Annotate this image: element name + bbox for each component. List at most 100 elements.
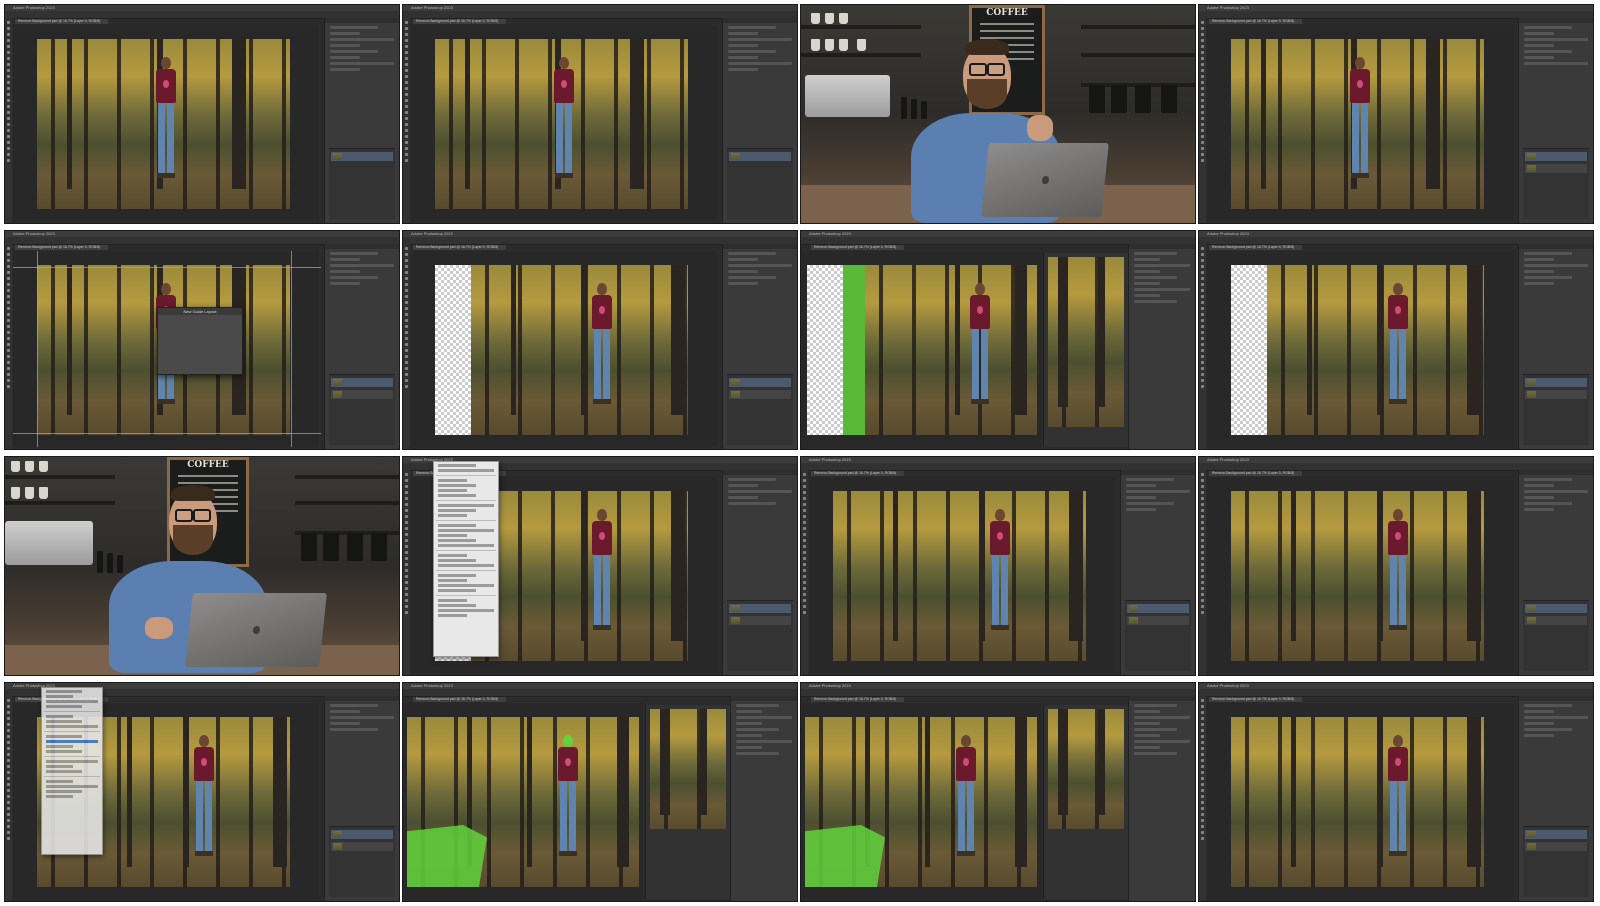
layer-row[interactable] <box>729 604 791 613</box>
edit-menu[interactable] <box>433 461 499 657</box>
thumbnail-5[interactable]: Adobe Photoshop 2023 Remove-Background.p… <box>4 230 400 450</box>
menu-item[interactable] <box>438 479 467 482</box>
document-tab[interactable]: Remove-Background.psd @ 16.7% (Layer 0, … <box>1209 245 1302 250</box>
guide-line[interactable] <box>291 251 292 447</box>
layer-row[interactable] <box>1525 390 1587 399</box>
menu-item[interactable] <box>438 574 477 577</box>
menu-item[interactable] <box>46 790 82 793</box>
document-tab[interactable]: Remove-Background.psd @ 16.7% (Layer 0, … <box>811 697 904 702</box>
thumbnail-11[interactable]: Adobe Photoshop 2023 Remove-Background.p… <box>800 456 1196 676</box>
menu-item[interactable] <box>46 795 73 798</box>
layer-row[interactable] <box>729 152 791 161</box>
layer-row[interactable] <box>1525 842 1587 851</box>
menu-item[interactable] <box>438 614 467 617</box>
menu-item[interactable] <box>438 604 477 607</box>
menu-item[interactable] <box>438 504 494 507</box>
menu-item[interactable] <box>46 690 82 693</box>
forest-photo <box>471 491 688 661</box>
select-menu[interactable] <box>41 687 103 855</box>
menu-item[interactable] <box>46 695 73 698</box>
menu-item[interactable] <box>438 524 477 527</box>
document-tab[interactable]: Remove-Background.psd @ 16.7% (Layer 0, … <box>15 19 108 24</box>
document-tab[interactable]: Remove-Background.psd @ 16.7% (Layer 0, … <box>413 245 506 250</box>
guide-line[interactable] <box>13 267 321 268</box>
menu-item[interactable] <box>46 735 82 738</box>
menu-item[interactable] <box>46 760 98 763</box>
document-tab[interactable]: Remove-Background.psd @ 16.7% (Layer 0, … <box>811 245 904 250</box>
layer-row[interactable] <box>1525 604 1587 613</box>
layer-row[interactable] <box>1127 616 1189 625</box>
layer-row[interactable] <box>331 152 393 161</box>
thumbnail-7[interactable]: Adobe Photoshop 2023 Remove-Background.p… <box>800 230 1196 450</box>
layer-row[interactable] <box>1525 164 1587 173</box>
menu-item[interactable] <box>46 765 73 768</box>
menu-item[interactable] <box>438 494 477 497</box>
layer-row[interactable] <box>1525 152 1587 161</box>
document-tab[interactable]: Remove-Background.psd @ 16.7% (Layer 0, … <box>1209 697 1302 702</box>
menu-item[interactable] <box>46 720 82 723</box>
menu-item[interactable] <box>46 700 98 703</box>
menu-item[interactable] <box>46 715 73 718</box>
menu-item[interactable] <box>46 725 98 728</box>
thumbnail-8[interactable]: Adobe Photoshop 2023 Remove-Background.p… <box>1198 230 1594 450</box>
document-tab[interactable]: Remove-Background.psd @ 16.7% (Layer 0, … <box>1209 471 1302 476</box>
thumbnail-4[interactable]: Adobe Photoshop 2023 Remove-Background.p… <box>1198 4 1594 224</box>
menu-item[interactable] <box>438 469 494 472</box>
menu-item[interactable] <box>46 785 98 788</box>
thumbnail-16[interactable]: Adobe Photoshop 2023 Remove-Background.p… <box>1198 682 1594 902</box>
thumbnail-12[interactable]: Adobe Photoshop 2023 Remove-Background.p… <box>1198 456 1594 676</box>
document-tab[interactable]: Remove-Background.psd @ 16.7% (Layer 0, … <box>413 697 506 702</box>
thumbnail-presenter-1[interactable]: COFFEE <box>800 4 1196 224</box>
menu-item[interactable] <box>438 544 494 547</box>
thumbnail-presenter-2[interactable]: COFFEE <box>4 456 400 676</box>
thumbnail-13[interactable]: Adobe Photoshop 2023 Remove-Background.p… <box>4 682 400 902</box>
menu-item[interactable] <box>438 484 477 487</box>
document-tab[interactable]: Remove-Background.psd @ 16.7% (Layer 0, … <box>15 245 108 250</box>
layer-row[interactable] <box>1525 616 1587 625</box>
menu-item[interactable] <box>438 489 467 492</box>
menu-item-highlighted[interactable] <box>46 740 98 743</box>
menu-item[interactable] <box>438 589 477 592</box>
document-tab[interactable]: Remove-Background.psd @ 16.7% (Layer 0, … <box>811 471 904 476</box>
thumbnail-10[interactable]: Adobe Photoshop 2023 Remove-Background.p… <box>402 456 798 676</box>
menu-item[interactable] <box>46 750 82 753</box>
menu-item[interactable] <box>438 534 467 537</box>
menu-item[interactable] <box>46 770 82 773</box>
layer-row[interactable] <box>1127 604 1189 613</box>
layer-row[interactable] <box>331 390 393 399</box>
menu-item[interactable] <box>46 705 82 708</box>
menu-item[interactable] <box>438 529 494 532</box>
menu-item[interactable] <box>438 554 467 557</box>
menu-item[interactable] <box>438 599 467 602</box>
guide-line[interactable] <box>37 251 38 447</box>
menu-item[interactable] <box>438 609 494 612</box>
thumbnail-1[interactable]: Adobe Photoshop 2023 Remove-Background.p… <box>4 4 400 224</box>
menu-item[interactable] <box>438 564 494 567</box>
thumbnail-15[interactable]: Adobe Photoshop 2023 Remove-Background.p… <box>800 682 1196 902</box>
layer-row[interactable] <box>729 378 791 387</box>
layer-row[interactable] <box>1525 830 1587 839</box>
new-guide-layout-dialog[interactable]: New Guide Layout <box>157 307 243 375</box>
menu-item[interactable] <box>438 509 477 512</box>
thumbnail-14[interactable]: Adobe Photoshop 2023 Remove-Background.p… <box>402 682 798 902</box>
menu-item[interactable] <box>46 745 73 748</box>
menu-item[interactable] <box>438 584 494 587</box>
menu-item[interactable] <box>438 539 477 542</box>
menu-item[interactable] <box>438 464 477 467</box>
layer-row[interactable] <box>1525 378 1587 387</box>
thumbnail-6[interactable]: Adobe Photoshop 2023 Remove-Background.p… <box>402 230 798 450</box>
tools-panel <box>5 696 12 901</box>
layer-row[interactable] <box>331 378 393 387</box>
document-tab[interactable]: Remove-Background.psd @ 16.7% (Layer 0, … <box>413 19 506 24</box>
layer-row[interactable] <box>331 830 393 839</box>
thumbnail-2[interactable]: Adobe Photoshop 2023 Remove-Background.p… <box>402 4 798 224</box>
layer-row[interactable] <box>729 616 791 625</box>
guide-line[interactable] <box>13 433 321 434</box>
layer-row[interactable] <box>729 390 791 399</box>
menu-item[interactable] <box>438 559 477 562</box>
document-tab[interactable]: Remove-Background.psd @ 16.7% (Layer 0, … <box>1209 19 1302 24</box>
layer-row[interactable] <box>331 842 393 851</box>
menu-item[interactable] <box>438 514 467 517</box>
menu-item[interactable] <box>438 579 467 582</box>
menu-item[interactable] <box>46 780 73 783</box>
